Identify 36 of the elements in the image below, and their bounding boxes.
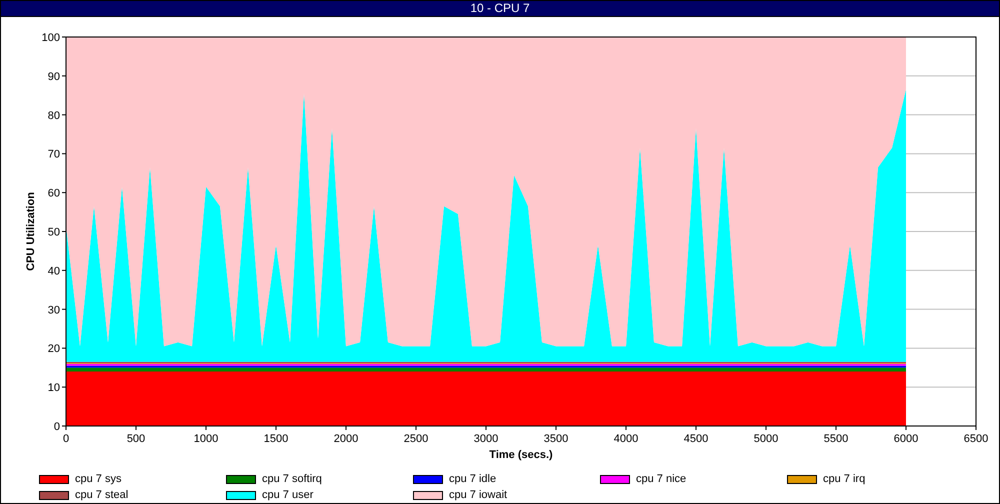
y-tick-label: 70 <box>48 148 60 161</box>
x-tick-label: 500 <box>126 433 146 445</box>
y-tick-label: 50 <box>48 226 60 238</box>
legend-label: cpu 7 user <box>262 489 314 501</box>
legend-label: cpu 7 softirq <box>262 473 322 485</box>
x-tick-label: 1500 <box>264 433 288 445</box>
x-tick-label: 5500 <box>824 433 848 445</box>
y-tick-label: 60 <box>48 188 60 200</box>
y-tick-label: 20 <box>48 343 60 356</box>
x-axis-label: Time (secs.) <box>489 449 553 461</box>
y-tick-label: 10 <box>48 382 60 394</box>
x-tick-label: 3500 <box>544 433 568 445</box>
x-tick-label: 3000 <box>474 433 498 445</box>
x-tick-label: 6000 <box>894 433 918 445</box>
x-tick-label: 1000 <box>194 433 218 445</box>
y-axis-label: CPU Utilization <box>25 192 37 271</box>
x-tick-label: 6500 <box>964 433 988 445</box>
legend-label: cpu 7 sys <box>75 473 122 485</box>
legend-label: cpu 7 iowait <box>449 489 508 501</box>
x-tick-label: 4000 <box>614 433 638 445</box>
y-tick-label: 30 <box>48 304 60 316</box>
y-tick-label: 40 <box>48 265 60 278</box>
legend-label: cpu 7 irq <box>823 473 866 485</box>
x-tick-label: 5000 <box>754 433 778 445</box>
x-tick-label: 2500 <box>404 433 428 445</box>
x-tick-label: 2000 <box>334 433 358 445</box>
legend-label: cpu 7 idle <box>449 473 496 485</box>
y-tick-label: 90 <box>48 70 60 83</box>
x-tick-label: 4500 <box>684 433 708 445</box>
x-tick-label: 0 <box>62 433 70 445</box>
y-tick-label: 0 <box>54 421 60 433</box>
legend-label: cpu 7 steal <box>75 489 128 501</box>
chart-title: 10 - CPU 7 <box>1 1 999 17</box>
legend-label: cpu 7 nice <box>636 473 686 485</box>
y-tick-label: 80 <box>48 110 60 122</box>
y-tick-label: 100 <box>42 32 60 44</box>
